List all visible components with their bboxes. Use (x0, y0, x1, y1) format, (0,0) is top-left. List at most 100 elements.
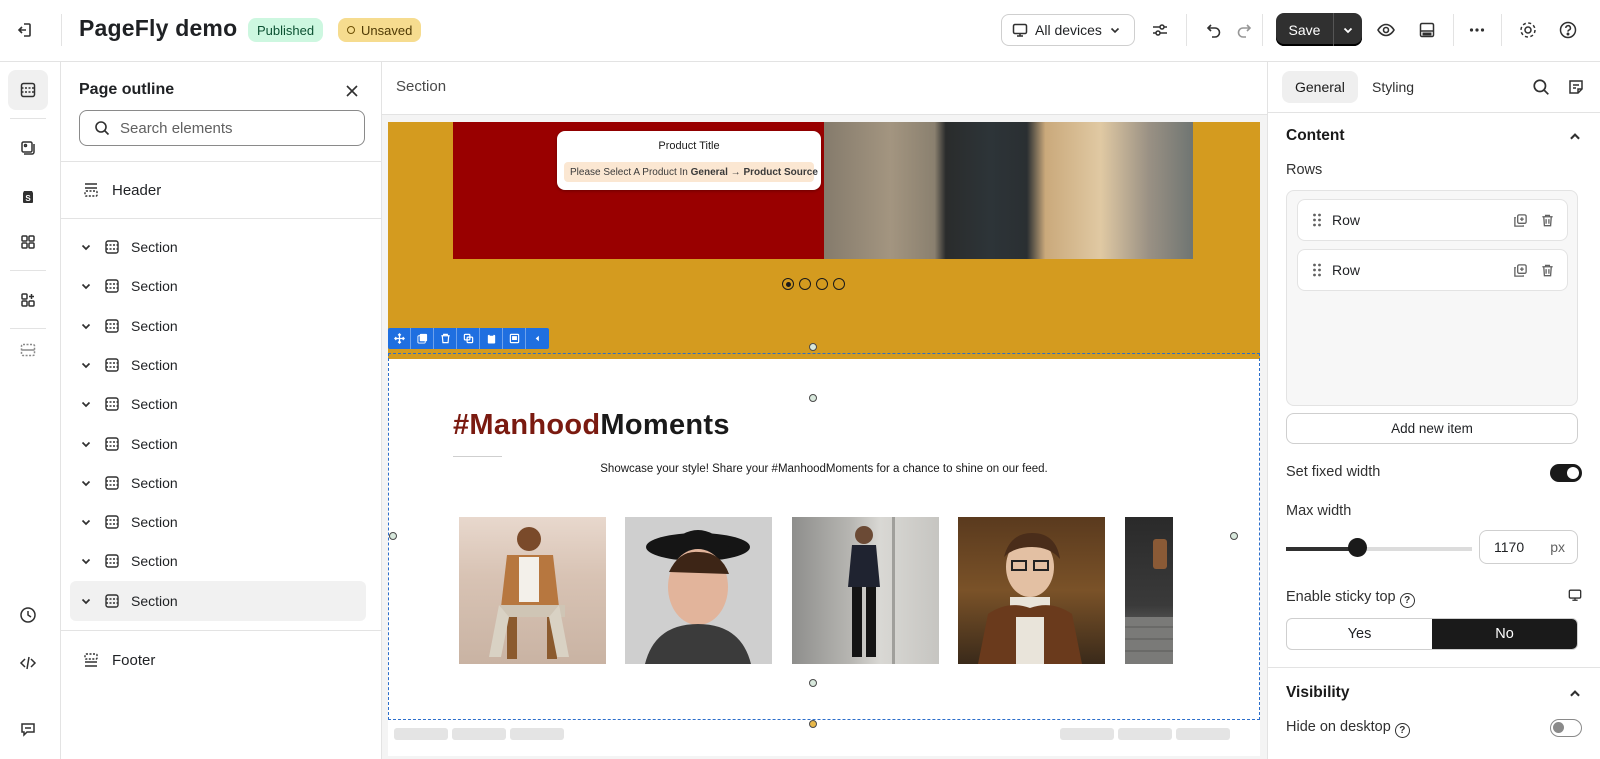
outline-section-item[interactable]: Section (70, 463, 366, 503)
fixed-width-toggle[interactable] (1550, 464, 1582, 482)
row-item[interactable]: Row (1297, 199, 1568, 241)
banner-section[interactable]: Product Title Please Select A Product In… (388, 122, 1260, 359)
help-icon[interactable]: ? (1399, 593, 1415, 608)
chevron-down-icon[interactable] (77, 320, 95, 332)
help-icon[interactable]: ? (1394, 723, 1410, 738)
chevron-down-icon[interactable] (77, 398, 95, 410)
save-options-button[interactable] (1334, 13, 1362, 46)
outline-section-item[interactable]: Section (70, 345, 366, 385)
chevron-down-icon[interactable] (77, 280, 95, 292)
product-block[interactable]: Product Title Please Select A Product In… (453, 122, 824, 259)
outline-section-item[interactable]: Section (70, 227, 366, 267)
outline-footer-item[interactable]: Footer (70, 640, 366, 680)
section-subtitle[interactable]: Showcase your style! Share your #Manhood… (388, 463, 1260, 475)
gallery-image[interactable] (625, 517, 772, 664)
section-template-icon[interactable] (8, 330, 48, 370)
shopify-icon[interactable]: S (8, 176, 48, 216)
outline-header-item[interactable]: Header (70, 170, 366, 210)
outline-section-item[interactable]: Section (70, 424, 366, 464)
chevron-down-icon[interactable] (77, 359, 95, 371)
outline-icon[interactable] (8, 70, 48, 110)
paste-icon[interactable] (480, 328, 503, 349)
gallery-image[interactable] (792, 517, 939, 664)
gallery-image[interactable] (958, 517, 1105, 664)
chevron-down-icon[interactable] (77, 438, 95, 450)
drag-handle-icon[interactable] (1312, 212, 1322, 228)
chevron-down-icon[interactable] (77, 595, 95, 607)
history-clock-icon[interactable] (8, 595, 48, 635)
carousel-dot[interactable] (782, 278, 794, 290)
outline-section-item[interactable]: Section (70, 541, 366, 581)
delete-icon[interactable] (434, 328, 457, 349)
max-width-slider-track[interactable] (1286, 547, 1472, 551)
max-width-slider-handle[interactable] (1348, 538, 1367, 557)
max-width-input[interactable]: 1170 px (1479, 530, 1578, 564)
hide-desktop-toggle[interactable] (1550, 719, 1582, 737)
duplicate-icon[interactable] (1513, 213, 1528, 228)
chat-icon[interactable] (8, 709, 48, 749)
sticky-no-option[interactable]: No (1432, 619, 1577, 649)
gear-icon[interactable] (1514, 16, 1542, 44)
preview-eye-icon[interactable] (1372, 16, 1400, 44)
tab-styling[interactable]: Styling (1359, 71, 1427, 103)
chevron-up-icon[interactable] (1568, 687, 1582, 701)
exit-icon[interactable] (11, 16, 39, 44)
product-card[interactable]: Product Title Please Select A Product In… (557, 131, 821, 190)
carousel-dot[interactable] (833, 278, 845, 290)
code-icon[interactable] (8, 643, 48, 683)
device-select[interactable]: All devices (1001, 14, 1135, 46)
search-icon[interactable] (1532, 78, 1550, 96)
resize-handle[interactable] (389, 532, 397, 540)
tab-general[interactable]: General (1282, 71, 1358, 103)
settings-sliders-icon[interactable] (1146, 16, 1174, 44)
chevron-down-icon (1343, 27, 1353, 33)
sticky-yes-option[interactable]: Yes (1287, 619, 1432, 649)
redo-icon[interactable] (1230, 16, 1258, 44)
gallery-image[interactable] (1125, 517, 1173, 664)
outline-section-item[interactable]: Section (70, 266, 366, 306)
trash-icon[interactable] (1540, 263, 1555, 278)
placeholder-bar (394, 728, 448, 740)
resize-handle[interactable] (809, 394, 817, 402)
resize-handle[interactable] (809, 343, 817, 351)
carousel-dot[interactable] (799, 278, 811, 290)
save-button[interactable]: Save (1276, 13, 1334, 46)
collapse-toolbar-icon[interactable] (526, 328, 549, 349)
chevron-down-icon[interactable] (77, 555, 95, 567)
notes-icon[interactable] (1567, 78, 1585, 96)
duplicate-icon[interactable] (411, 328, 434, 349)
outline-header-label: Header (112, 181, 162, 199)
close-icon[interactable] (339, 78, 365, 104)
save-as-template-icon[interactable] (503, 328, 526, 349)
help-icon[interactable] (1554, 16, 1582, 44)
carousel-dot[interactable] (816, 278, 828, 290)
copy-icon[interactable] (457, 328, 480, 349)
row-item[interactable]: Row (1297, 249, 1568, 291)
gallery-image[interactable] (459, 517, 606, 664)
resize-handle[interactable] (1230, 532, 1238, 540)
outline-section-item[interactable]: Section (70, 384, 366, 424)
chevron-up-icon[interactable] (1568, 130, 1582, 144)
move-icon[interactable] (388, 328, 411, 349)
more-options-icon[interactable] (1463, 16, 1491, 44)
banner-image[interactable] (824, 122, 1193, 259)
section-heading[interactable]: #ManhoodMoments (453, 409, 730, 442)
outline-section-item[interactable]: Section (70, 580, 366, 621)
resize-handle[interactable] (809, 720, 817, 728)
outline-section-item[interactable]: Section (70, 502, 366, 542)
add-apps-icon[interactable] (8, 280, 48, 320)
publish-page-icon[interactable] (1413, 16, 1441, 44)
chevron-down-icon[interactable] (77, 516, 95, 528)
drag-handle-icon[interactable] (1312, 262, 1322, 278)
add-new-item-button[interactable]: Add new item (1286, 413, 1578, 444)
chevron-down-icon[interactable] (77, 241, 95, 253)
resize-handle[interactable] (809, 679, 817, 687)
grid-icon[interactable] (8, 222, 48, 262)
trash-icon[interactable] (1540, 213, 1555, 228)
media-icon[interactable] (8, 128, 48, 168)
search-input[interactable]: Search elements (79, 110, 365, 146)
outline-section-item[interactable]: Section (70, 306, 366, 346)
undo-icon[interactable] (1200, 16, 1228, 44)
duplicate-icon[interactable] (1513, 263, 1528, 278)
chevron-down-icon[interactable] (77, 477, 95, 489)
